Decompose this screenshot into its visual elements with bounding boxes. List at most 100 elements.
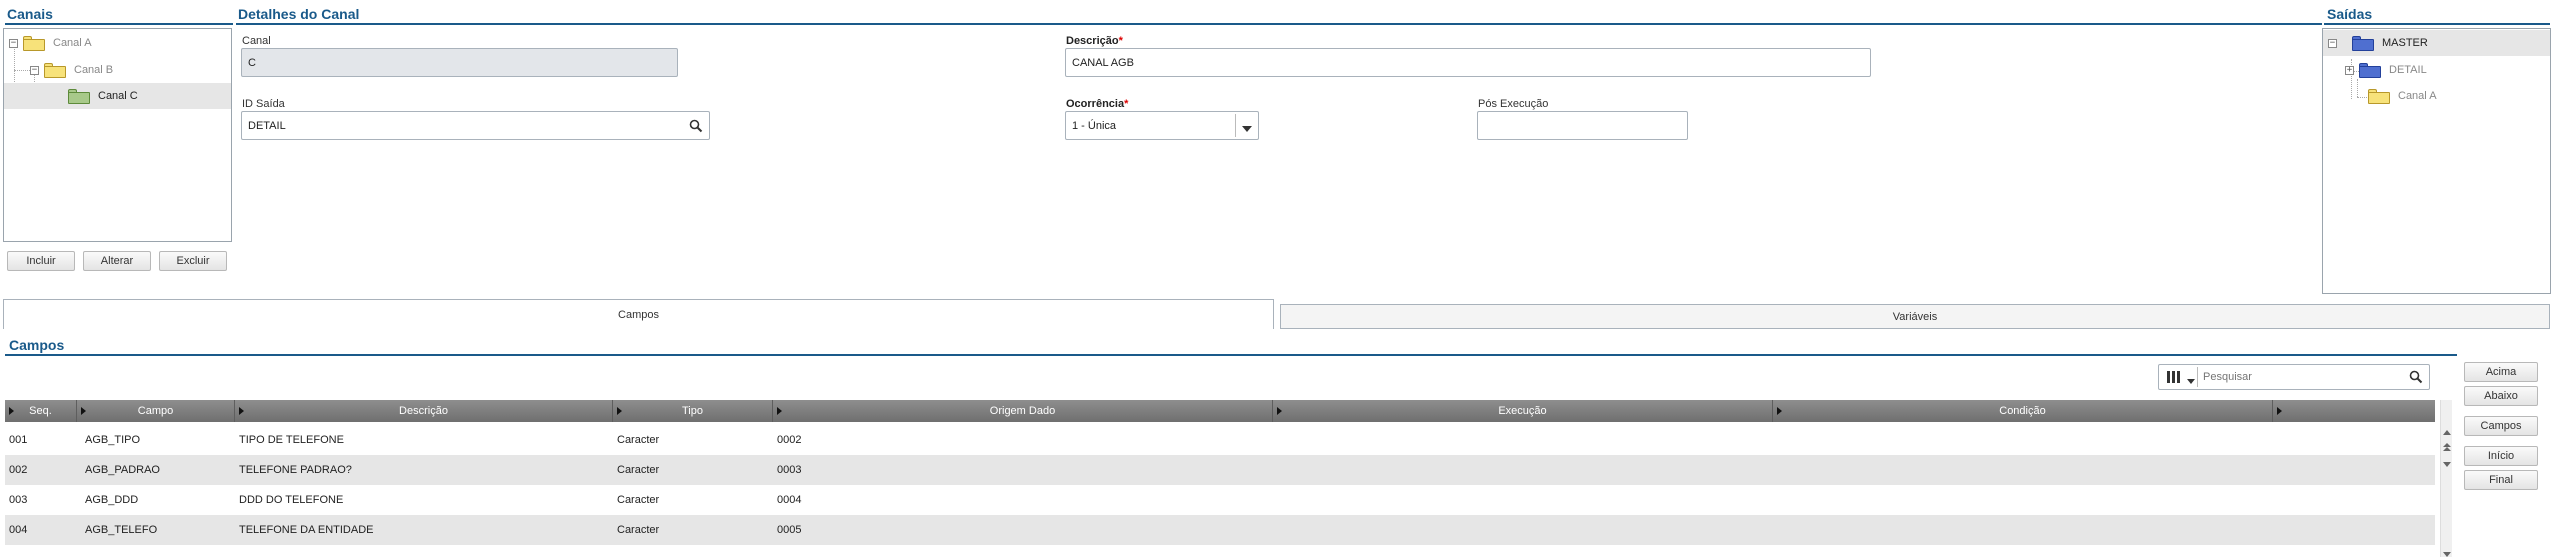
id-saida-label: ID Saída xyxy=(242,98,285,110)
cell-descricao: DDD DO TELEFONE xyxy=(239,494,344,506)
cell-campo: AGB_DDD xyxy=(85,494,139,506)
cell-tipo: Caracter xyxy=(617,494,660,506)
cell-seq: 002 xyxy=(9,464,28,476)
column-header-campo[interactable]: Campo xyxy=(77,400,235,422)
cell-origem-dado: 0002 xyxy=(777,434,802,446)
id-saida-field[interactable]: DETAIL xyxy=(241,111,710,140)
tree-item-label: Canal A xyxy=(2398,90,2437,102)
chevron-down-icon[interactable] xyxy=(1242,123,1252,135)
columns-icon[interactable] xyxy=(2167,371,2180,383)
vertical-scrollbar[interactable] xyxy=(2440,400,2452,557)
scroll-bottom-icon[interactable] xyxy=(2443,548,2451,560)
tree-item-canal-a[interactable]: − Canal A xyxy=(9,30,229,56)
column-header-extra[interactable] xyxy=(2273,400,2435,422)
folder-open-icon xyxy=(23,35,45,51)
column-header-condicao[interactable]: Condição xyxy=(1773,400,2273,422)
folder-icon xyxy=(2368,88,2390,104)
incluir-button[interactable]: Incluir xyxy=(7,251,75,271)
column-header-tipo[interactable]: Tipo xyxy=(613,400,773,422)
table-row[interactable]: 004 AGB_TELEFO TELEFONE DA ENTIDADE Cara… xyxy=(5,515,2435,545)
excluir-button[interactable]: Excluir xyxy=(159,251,227,271)
scroll-down-icon[interactable] xyxy=(2443,458,2451,470)
campos-rule xyxy=(5,354,2457,356)
search-icon[interactable] xyxy=(2409,370,2423,387)
scroll-up-icon[interactable] xyxy=(2443,426,2451,438)
id-saida-value: DETAIL xyxy=(248,119,286,132)
collapse-icon[interactable]: − xyxy=(9,38,18,48)
canais-tree: − Canal A − Canal B Canal C xyxy=(3,28,232,242)
sort-icon[interactable] xyxy=(1277,407,1282,415)
sort-icon[interactable] xyxy=(1777,407,1782,415)
column-header-origem-dado[interactable]: Origem Dado xyxy=(773,400,1273,422)
tree-item-label: Canal B xyxy=(74,64,114,76)
canais-title: Canais xyxy=(7,6,53,22)
cell-seq: 003 xyxy=(9,494,28,506)
tree-item-canal-a[interactable]: Canal A xyxy=(2368,83,2548,109)
abaixo-button[interactable]: Abaixo xyxy=(2464,386,2538,406)
cell-origem-dado: 0004 xyxy=(777,494,802,506)
table-row[interactable]: 001 AGB_TIPO TIPO DE TELEFONE Caracter 0… xyxy=(5,425,2435,455)
sort-icon[interactable] xyxy=(239,407,244,415)
column-header-descricao[interactable]: Descrição xyxy=(235,400,613,422)
ocorrencia-select[interactable]: 1 - Única xyxy=(1065,111,1259,140)
ocorrencia-label: Ocorrência* xyxy=(1066,98,1129,110)
collapse-icon[interactable]: − xyxy=(2328,38,2337,48)
saidas-tree: − MASTER + DETAIL Canal A xyxy=(2322,28,2551,294)
required-mark: * xyxy=(1118,35,1123,47)
cell-descricao: TELEFONE PADRAO? xyxy=(239,464,352,476)
sort-icon[interactable] xyxy=(9,407,14,415)
collapse-icon[interactable]: − xyxy=(30,65,39,75)
tree-item-label: Canal C xyxy=(98,90,138,102)
final-button[interactable]: Final xyxy=(2464,470,2538,490)
sort-icon[interactable] xyxy=(617,407,622,415)
alterar-button[interactable]: Alterar xyxy=(83,251,151,271)
canal-label: Canal xyxy=(242,35,271,47)
descricao-field[interactable]: CANAL AGB xyxy=(1065,48,1871,77)
tree-connector xyxy=(2357,97,2367,98)
tree-item-canal-c[interactable]: Canal C xyxy=(4,83,231,109)
tab-variaveis[interactable]: Variáveis xyxy=(1280,304,2550,329)
cell-condicao xyxy=(1773,515,2273,545)
cell-seq: 001 xyxy=(9,434,28,446)
chevron-down-icon[interactable] xyxy=(2187,375,2195,387)
cell-condicao xyxy=(1773,485,2273,515)
tree-item-label: Canal A xyxy=(53,37,92,49)
sort-icon[interactable] xyxy=(777,407,782,415)
table-row[interactable]: 002 AGB_PADRAO TELEFONE PADRAO? Caracter… xyxy=(5,455,2435,485)
search-input[interactable] xyxy=(2203,368,2393,386)
tab-campos[interactable]: Campos xyxy=(3,299,1274,329)
cell-tipo: Caracter xyxy=(617,524,660,536)
grid-header: Seq. Campo Descrição Tipo Origem Dado Ex… xyxy=(5,400,2435,422)
descricao-value: CANAL AGB xyxy=(1072,56,1134,69)
campos-button[interactable]: Campos xyxy=(2464,416,2538,436)
pos-execucao-field[interactable] xyxy=(1477,111,1688,140)
tree-item-detail[interactable]: + DETAIL xyxy=(2345,57,2545,83)
descricao-label: Descrição* xyxy=(1066,35,1123,47)
cell-tipo: Caracter xyxy=(617,434,660,446)
column-header-seq[interactable]: Seq. xyxy=(5,400,77,422)
cell-execucao xyxy=(1273,485,1773,515)
toolbar-separator xyxy=(2197,367,2198,387)
cell-tipo: Caracter xyxy=(617,464,660,476)
tree-item-label: MASTER xyxy=(2382,37,2428,49)
tree-item-master[interactable]: − MASTER xyxy=(2323,30,2550,56)
scroll-top-icon[interactable] xyxy=(2443,442,2451,454)
cell-execucao xyxy=(1273,515,1773,545)
sort-icon[interactable] xyxy=(2277,407,2282,415)
cell-origem-dado: 0005 xyxy=(777,524,802,536)
inicio-button[interactable]: Início xyxy=(2464,446,2538,466)
cell-execucao xyxy=(1273,455,1773,485)
expand-icon[interactable]: + xyxy=(2345,65,2354,75)
sort-icon[interactable] xyxy=(81,407,86,415)
column-header-execucao[interactable]: Execução xyxy=(1273,400,1773,422)
table-row[interactable]: 003 AGB_DDD DDD DO TELEFONE Caracter 000… xyxy=(5,485,2435,515)
search-icon[interactable] xyxy=(689,119,703,136)
tree-item-canal-b[interactable]: − Canal B xyxy=(30,57,229,83)
cell-execucao xyxy=(1273,425,1773,455)
acima-button[interactable]: Acima xyxy=(2464,362,2538,382)
canal-value: C xyxy=(248,56,256,69)
grid-search-box[interactable] xyxy=(2158,364,2430,390)
cell-campo: AGB_PADRAO xyxy=(85,464,160,476)
cell-campo: AGB_TELEFO xyxy=(85,524,158,536)
cell-seq: 004 xyxy=(9,524,28,536)
